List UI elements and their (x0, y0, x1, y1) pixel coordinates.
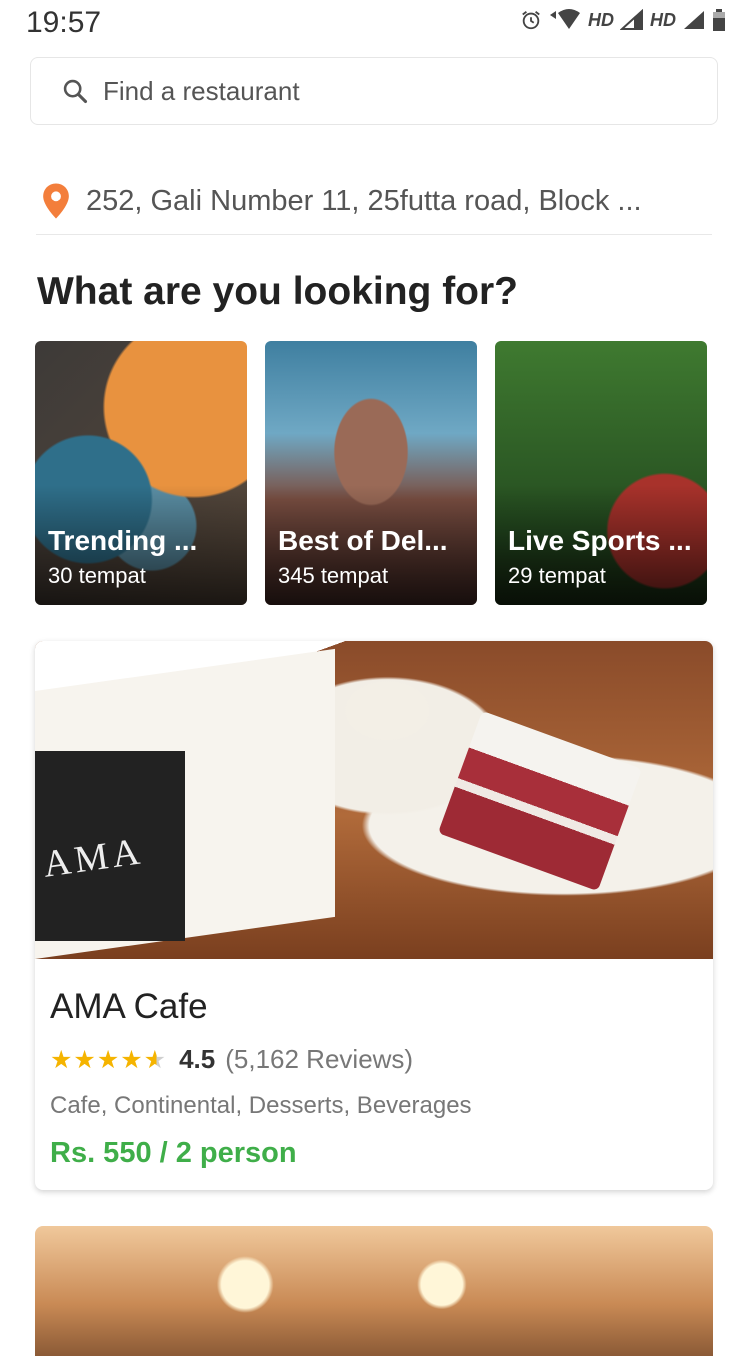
search-input[interactable]: Find a restaurant (30, 57, 718, 125)
rating-stars: ★★★★★ (50, 1045, 168, 1074)
network-label-hd-2: HD (650, 9, 676, 30)
restaurant-name: AMA Cafe (50, 987, 208, 1026)
signal-icon-1 (620, 9, 643, 30)
restaurant-card[interactable]: AMA AMA Cafe ★★★★★ 4.5 (5,162 Reviews) C… (35, 641, 713, 1190)
collection-name: Best of Del... (278, 525, 448, 556)
cuisines: Cafe, Continental, Desserts, Beverages (50, 1092, 472, 1119)
rating-row: ★★★★★ 4.5 (5,162 Reviews) (50, 1044, 413, 1075)
status-bar: 19:57 HD HD (0, 0, 748, 44)
cake-slice (437, 710, 643, 892)
status-time: 19:57 (26, 6, 102, 39)
collection-count: 29 tempat (508, 563, 606, 588)
rating-value: 4.5 (179, 1044, 216, 1074)
location-pin-icon (43, 183, 69, 219)
collection-count: 345 tempat (278, 563, 389, 588)
collection-card-live-sports[interactable]: Live Sports ... 29 tempat (495, 341, 707, 605)
signal-icon-2 (684, 11, 704, 29)
restaurant-card-next[interactable] (35, 1226, 713, 1356)
half-star-icon: ★ (143, 1045, 168, 1074)
status-icons: HD HD (520, 8, 726, 32)
battery-icon (713, 9, 725, 31)
restaurant-photo: AMA (35, 641, 713, 959)
collection-count: 30 tempat (48, 563, 146, 588)
section-title: What are you looking for? (37, 270, 519, 313)
location-selector[interactable]: 252, Gali Number 11, 25futta road, Block… (36, 168, 712, 235)
price-for-two: Rs. 550 / 2 person (50, 1137, 297, 1169)
review-count: (5,162 Reviews) (225, 1044, 414, 1074)
search-icon (63, 79, 88, 104)
alarm-icon (522, 11, 540, 30)
collection-name: Live Sports ... (508, 525, 692, 556)
wifi-icon (550, 9, 580, 29)
location-address: 252, Gali Number 11, 25futta road, Block… (86, 184, 642, 217)
network-label-hd-1: HD (588, 9, 614, 30)
collection-card-trending[interactable]: Trending ... 30 tempat (35, 341, 247, 605)
collection-card-best-of-delhi[interactable]: Best of Del... 345 tempat (265, 341, 477, 605)
collection-name: Trending ... (48, 525, 198, 556)
collections-carousel: Trending ... 30 tempat Best of Del... 34… (35, 341, 707, 605)
search-placeholder: Find a restaurant (103, 75, 300, 106)
